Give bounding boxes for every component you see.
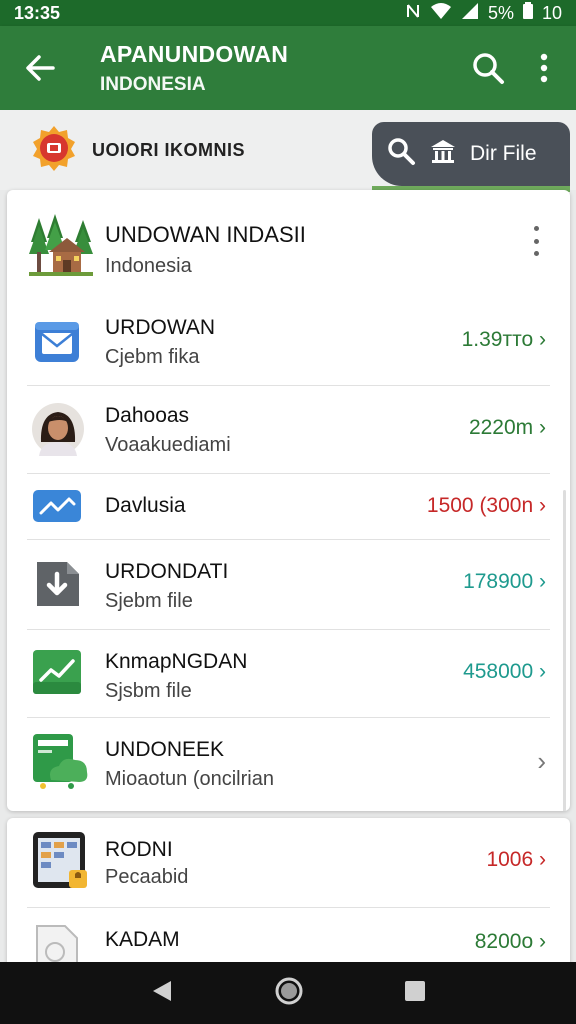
list-item-value: 8200o › <box>474 930 546 953</box>
list-item-subtitle: Pecaabid <box>105 866 189 888</box>
list-item-title: KnmaрNGDAN <box>105 650 248 673</box>
nfc-icon <box>404 2 422 25</box>
chevron-right-icon: › <box>539 848 546 871</box>
card-header-title: UNDOWAN INDASII <box>105 222 306 247</box>
chevron-right-icon: › <box>539 416 546 439</box>
building-icon <box>430 139 456 169</box>
list-item-subtitle: Mioaotun (oncilrian <box>105 768 274 790</box>
trend-icon <box>31 648 83 701</box>
list-item-value: 1.39тто › <box>461 328 546 351</box>
list-item-title: UNDONEEK <box>105 738 225 761</box>
navigation-bar <box>0 962 576 1024</box>
list-item-value: 458000 › <box>463 660 546 683</box>
status-bar: 13:35 5% 10 <box>0 0 576 26</box>
card-header-texts: UNDOWAN INDASII Indonesia <box>105 222 306 278</box>
list-item[interactable]: URDOWAN Cjebm fika 1.39тто › <box>7 298 570 386</box>
list-item[interactable]: URDONDATI Sjebm file 178900 › <box>7 540 570 630</box>
chevron-right-icon: › <box>539 570 546 593</box>
email-icon <box>31 316 83 373</box>
list-item-title: Davlusia <box>105 494 186 517</box>
list-item-subtitle: Cjebm fika <box>105 346 200 368</box>
card-header-subtitle: Indonesia <box>105 255 192 277</box>
arrow-back-icon <box>26 55 55 81</box>
chart-icon <box>31 488 83 529</box>
brand: UOIORI IKOMNIS <box>30 124 245 177</box>
battery-percent: 5% <box>487 2 514 23</box>
more-vertical-icon <box>540 53 548 83</box>
list-item-value: 178900 › <box>463 570 546 593</box>
chevron-right-icon: › <box>539 660 546 683</box>
list-item-subtitle: Sjebm file <box>105 590 193 612</box>
search-icon <box>386 136 416 172</box>
brand-name: UOIORI IKOMNIS <box>92 140 246 160</box>
app-titles: APANUNDOWAN INDONESIA <box>80 41 460 96</box>
status-extra: 10 <box>541 2 562 23</box>
list-item[interactable]: UNDONEEK Mioaotun (oncilrian › <box>7 718 570 808</box>
app-bar: APANUNDOWAN INDONESIA <box>0 26 576 110</box>
card-more-icon[interactable] <box>526 226 546 256</box>
list-item-value: 2220m › <box>468 416 546 439</box>
back-button[interactable] <box>0 26 80 110</box>
avatar <box>31 402 85 461</box>
chevron-right-icon: › <box>537 746 546 776</box>
app-subtitle: INDONESIA <box>100 73 206 95</box>
list-item-subtitle: Sjsbm file <box>105 680 192 702</box>
list-item-subtitle: Voaakuediami <box>105 434 231 456</box>
list-item[interactable]: Dahooas Voaakuediami 2220m › <box>7 386 570 474</box>
dir-file-label: Dir File <box>470 142 537 165</box>
chevron-right-icon: › <box>539 494 546 517</box>
list-item[interactable]: KnmaрNGDAN Sjsbm file 458000 › <box>7 630 570 718</box>
tablet-icon <box>31 830 91 897</box>
signal-icon <box>460 2 480 25</box>
list-item-title: URDOWAN <box>105 316 216 339</box>
nav-recents-icon[interactable] <box>403 979 427 1008</box>
nav-back-icon[interactable] <box>149 978 175 1009</box>
list-item-title: KADAM <box>105 928 180 951</box>
sub-header: UOIORI IKOMNIS Dir File <box>0 110 576 192</box>
search-icon <box>473 53 504 84</box>
list-item-title: RODNI <box>105 838 173 861</box>
more-options-button[interactable] <box>516 26 572 110</box>
app-title: APANUNDOWAN <box>100 40 289 67</box>
nav-home-icon[interactable] <box>274 976 304 1011</box>
list-item-value: 1006 › <box>486 848 546 871</box>
download-icon <box>31 558 83 615</box>
card-header[interactable]: UNDOWAN INDASII Indonesia <box>7 190 570 298</box>
cloud-device-icon <box>31 730 91 795</box>
search-button[interactable] <box>460 26 516 110</box>
scrollbar[interactable] <box>563 490 566 811</box>
secondary-card: RODNI Pecaabid 1006 › KADAM 8200o › <box>7 818 570 978</box>
list-item-value: 1500 (300n › <box>426 494 546 517</box>
chevron-right-icon: › <box>539 930 546 953</box>
list-item[interactable]: Davlusia 1500 (300n › <box>7 474 570 540</box>
wifi-icon <box>430 2 452 25</box>
list-item[interactable]: RODNI Pecaabid 1006 › <box>7 818 570 908</box>
list-item-title: URDONDATI <box>105 560 229 583</box>
dir-file-button[interactable]: Dir File <box>372 122 570 192</box>
chevron-right-icon: › <box>539 328 546 351</box>
status-time: 13:35 <box>14 2 61 23</box>
main-card: UNDOWAN INDASII Indonesia URDOWAN Cjebm … <box>7 190 570 811</box>
battery-icon <box>522 1 534 25</box>
list-item-title: Dahooas <box>105 404 190 427</box>
brand-badge-icon <box>30 124 78 177</box>
forest-house-icon <box>29 212 93 281</box>
status-icons: 5% 10 <box>404 1 562 25</box>
